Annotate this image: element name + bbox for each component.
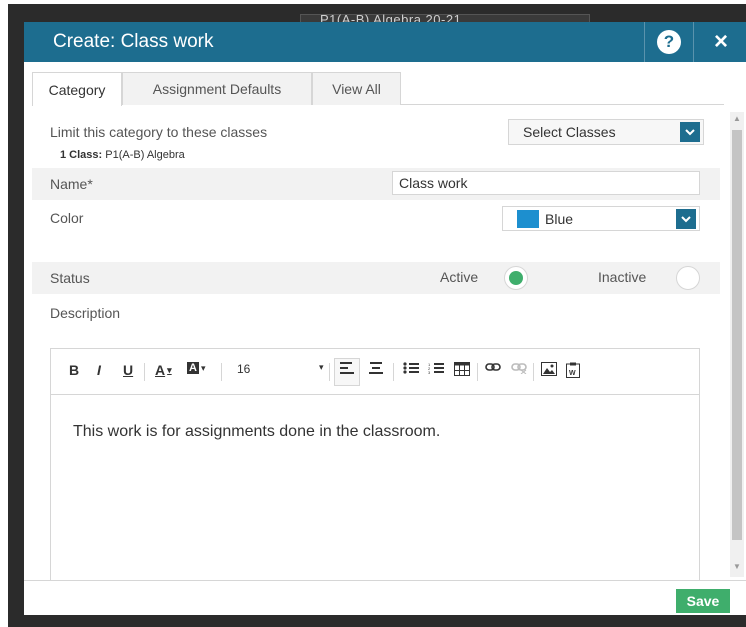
name-label: Name* [50,176,93,192]
scroll-up-icon[interactable]: ▲ [733,114,741,123]
toolbar-divider [533,363,534,381]
bold-button[interactable]: B [69,362,79,378]
color-label: Color [50,210,84,226]
toolbar-divider [393,363,394,381]
font-size-caret-icon[interactable]: ▾ [319,362,324,373]
tab-view-all[interactable]: View All [312,72,401,105]
numbered-list-icon[interactable]: 123 [428,362,444,374]
highlight-icon: A [187,362,199,374]
select-classes-label: Select Classes [523,124,616,140]
vertical-scrollbar[interactable]: ▲ ▼ [730,112,744,577]
status-row: Status Active Inactive [32,262,720,294]
class-count-bold: 1 Class: [60,149,103,161]
status-inactive-radio[interactable] [676,266,700,290]
description-text[interactable]: This work is for assignments done in the… [73,423,440,441]
name-row: Name* [32,168,720,200]
font-color-button[interactable]: A ▾ [155,362,172,378]
dialog-title: Create: Class work [53,31,214,52]
close-icon: × [713,28,728,55]
help-icon: ? [657,30,681,54]
chevron-down-icon [680,122,700,142]
scroll-thumb[interactable] [732,130,742,540]
svg-text:3: 3 [428,370,431,374]
toolbar-divider [329,363,330,381]
help-button[interactable]: ? [644,22,694,62]
close-button[interactable]: × [696,22,746,62]
dialog-footer: Save [24,580,746,615]
table-icon[interactable] [454,362,470,376]
italic-button[interactable]: I [97,362,101,378]
caret-icon: ▾ [167,364,172,375]
toolbar-divider [221,363,222,381]
chevron-down-icon [676,209,696,229]
status-label: Status [50,270,90,286]
save-button[interactable]: Save [676,589,730,613]
caret-icon: ▾ [200,362,206,373]
scroll-down-icon[interactable]: ▼ [733,562,741,571]
tab-bar: Category Assignment Defaults View All [32,72,724,106]
image-icon[interactable] [541,362,557,376]
bullet-list-icon[interactable] [403,362,419,374]
svg-text:W: W [569,370,576,377]
color-row: Color Blue [32,200,720,236]
color-swatch [517,210,539,228]
underline-button[interactable]: U [123,362,133,378]
dialog-titlebar: Create: Class work ? × [24,22,746,62]
name-input[interactable] [392,171,700,195]
class-count-text: 1 Class: P1(A-B) Algebra [60,149,185,161]
tab-category[interactable]: Category [32,72,122,106]
description-label: Description [50,305,121,321]
toolbar-divider [144,363,145,381]
font-color-icon: A [155,362,166,378]
link-icon[interactable] [485,362,501,372]
font-size-select[interactable]: 16 [237,362,250,376]
paste-word-icon[interactable]: W [566,362,580,378]
description-editor: B I U A ▾ A ▾ 16 ▾ 1 2 3 W This work is … [50,348,700,580]
limit-classes-label: Limit this category to these classes [50,124,268,140]
editor-toolbar: B I U A ▾ A ▾ 16 ▾ 1 2 3 W [51,349,699,395]
align-center-icon[interactable] [369,362,383,374]
class-count-name: P1(A-B) Algebra [102,149,185,161]
color-value: Blue [545,211,574,227]
color-dropdown[interactable]: Blue [502,206,700,231]
status-active-label: Active [440,269,479,285]
align-left-icon[interactable] [340,362,354,374]
category-form: Limit this category to these classes 1 C… [32,112,720,580]
create-category-dialog: Create: Class work ? × Category Assignme… [24,22,746,615]
select-classes-dropdown[interactable]: Select Classes [508,119,704,145]
radio-selected-dot [509,271,523,285]
highlight-color-button[interactable]: A ▾ [187,362,205,374]
toolbar-divider [477,363,478,381]
unlink-icon[interactable] [511,362,527,374]
status-active-radio[interactable] [504,266,528,290]
status-inactive-label: Inactive [598,269,647,285]
tab-assignment-defaults[interactable]: Assignment Defaults [122,72,312,105]
